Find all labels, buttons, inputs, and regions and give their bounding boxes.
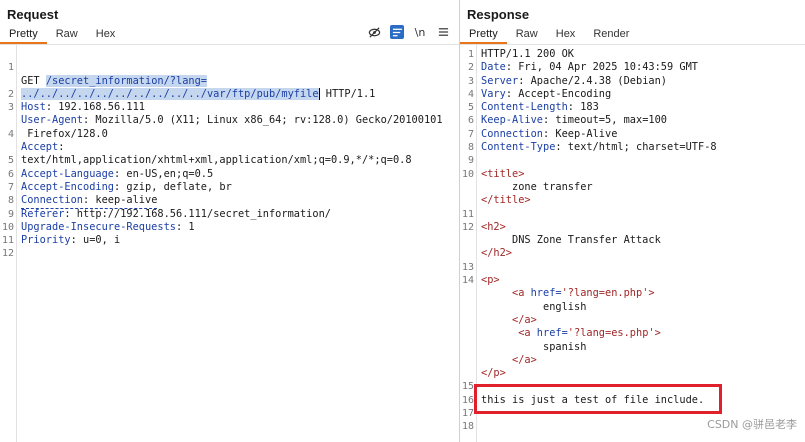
response-line: 14 <p>	[461, 274, 500, 287]
response-line: zone transfer	[481, 180, 593, 193]
request-line: 10 Priority: u=0, i	[1, 221, 121, 247]
response-line: 1 HTTP/1.1 200 OK	[467, 48, 574, 60]
response-pane: Response Pretty Raw Hex Render 1 HTTP/1.1…	[460, 0, 805, 442]
request-line: text/html,application/xhtml+xml,applicat…	[21, 154, 412, 167]
response-tab-hex[interactable]: Hex	[547, 27, 585, 44]
request-line: Firefox/128.0	[21, 127, 108, 140]
response-line: </h2>	[481, 247, 512, 260]
request-tabs: Pretty Raw Hex	[0, 27, 124, 44]
response-line: </a>	[481, 313, 537, 326]
hide-eye-icon[interactable]	[367, 25, 381, 39]
request-line: 9 Upgrade-Insecure-Requests: 1	[7, 208, 195, 233]
request-editor[interactable]: 1 GET /secret_information/?lang= ../../.…	[0, 44, 459, 442]
response-line: 11	[461, 208, 474, 220]
request-line: 11	[1, 235, 14, 247]
request-line: 4 Accept:	[7, 128, 65, 154]
response-line: 13	[461, 261, 474, 273]
request-title: Request	[7, 7, 59, 22]
response-title: Response	[467, 7, 530, 22]
response-line: 6 Keep-Alive: timeout=5, max=100	[467, 114, 667, 127]
response-tab-render[interactable]: Render	[584, 27, 638, 44]
status-line: HTTP/1.1 200 OK	[481, 48, 574, 60]
request-tab-raw[interactable]: Raw	[47, 27, 87, 44]
response-line: 3 Server: Apache/2.4.38 (Debian)	[467, 74, 667, 87]
request-line: 8 Referer: http://192.168.56.111/secret_…	[7, 195, 331, 220]
wrap-lines-icon[interactable]	[390, 25, 404, 39]
response-line: </a>	[481, 353, 537, 366]
response-tab-pretty[interactable]: Pretty	[460, 27, 507, 44]
response-line: <a href='?lang=es.php'>	[481, 327, 661, 340]
response-line: english	[481, 300, 587, 313]
response-line: </title>	[481, 194, 531, 207]
response-line: spanish	[481, 340, 587, 353]
request-line: 7 Connection: keep-alive	[0, 168, 459, 209]
response-line: 7 Connection: Keep-Alive	[467, 127, 618, 140]
response-tab-raw[interactable]: Raw	[507, 27, 547, 44]
request-line: 2 Host: 192.168.56.111	[7, 88, 146, 114]
request-line: 6 Accept-Encoding: gzip, deflate, br	[7, 168, 232, 193]
request-tab-pretty[interactable]: Pretty	[0, 27, 47, 44]
request-toolbar: \n	[367, 25, 450, 39]
response-line: 2 Date: Fri, 04 Apr 2025 10:43:59 GMT	[467, 61, 698, 74]
request-line: ../../../../../../../../../../var/ftp/pu…	[0, 61, 459, 100]
response-line: 4 Vary: Accept-Encoding	[467, 87, 612, 100]
response-line: </p>	[481, 367, 506, 380]
request-line: 1 GET /secret_information/?lang=	[7, 62, 207, 87]
response-line: 12 <h2>	[461, 220, 506, 233]
response-tabs: Pretty Raw Hex Render	[460, 27, 638, 44]
request-line: 3 User-Agent: Mozilla/5.0 (X11; Linux x8…	[7, 102, 443, 127]
menu-icon[interactable]	[436, 25, 450, 39]
response-line: 9	[467, 155, 474, 167]
response-editor[interactable]: 1 HTTP/1.1 200 OK 2 Date: Fri, 04 Apr 2025…	[460, 44, 805, 442]
request-line: 12	[1, 248, 14, 260]
response-line: DNS Zone Transfer Attack	[481, 234, 661, 247]
response-line: <a href='?lang=en.php'>	[481, 287, 655, 300]
request-line: 5 Accept-Language: en-US,en;q=0.5	[7, 155, 214, 180]
newline-toggle-icon[interactable]: \n	[413, 25, 427, 39]
response-line: 5 Content-Length: 183	[467, 101, 599, 114]
watermark: CSDN @骈邑老李	[707, 418, 797, 431]
annotation-highlight-box	[474, 384, 722, 414]
response-line: 10 <title>	[461, 167, 525, 180]
request-tab-hex[interactable]: Hex	[87, 27, 125, 44]
response-line: 8 Content-Type: text/html; charset=UTF-8	[467, 141, 717, 154]
request-pane: Request Pretty Raw Hex \n 1 GET /secret_…	[0, 0, 459, 442]
